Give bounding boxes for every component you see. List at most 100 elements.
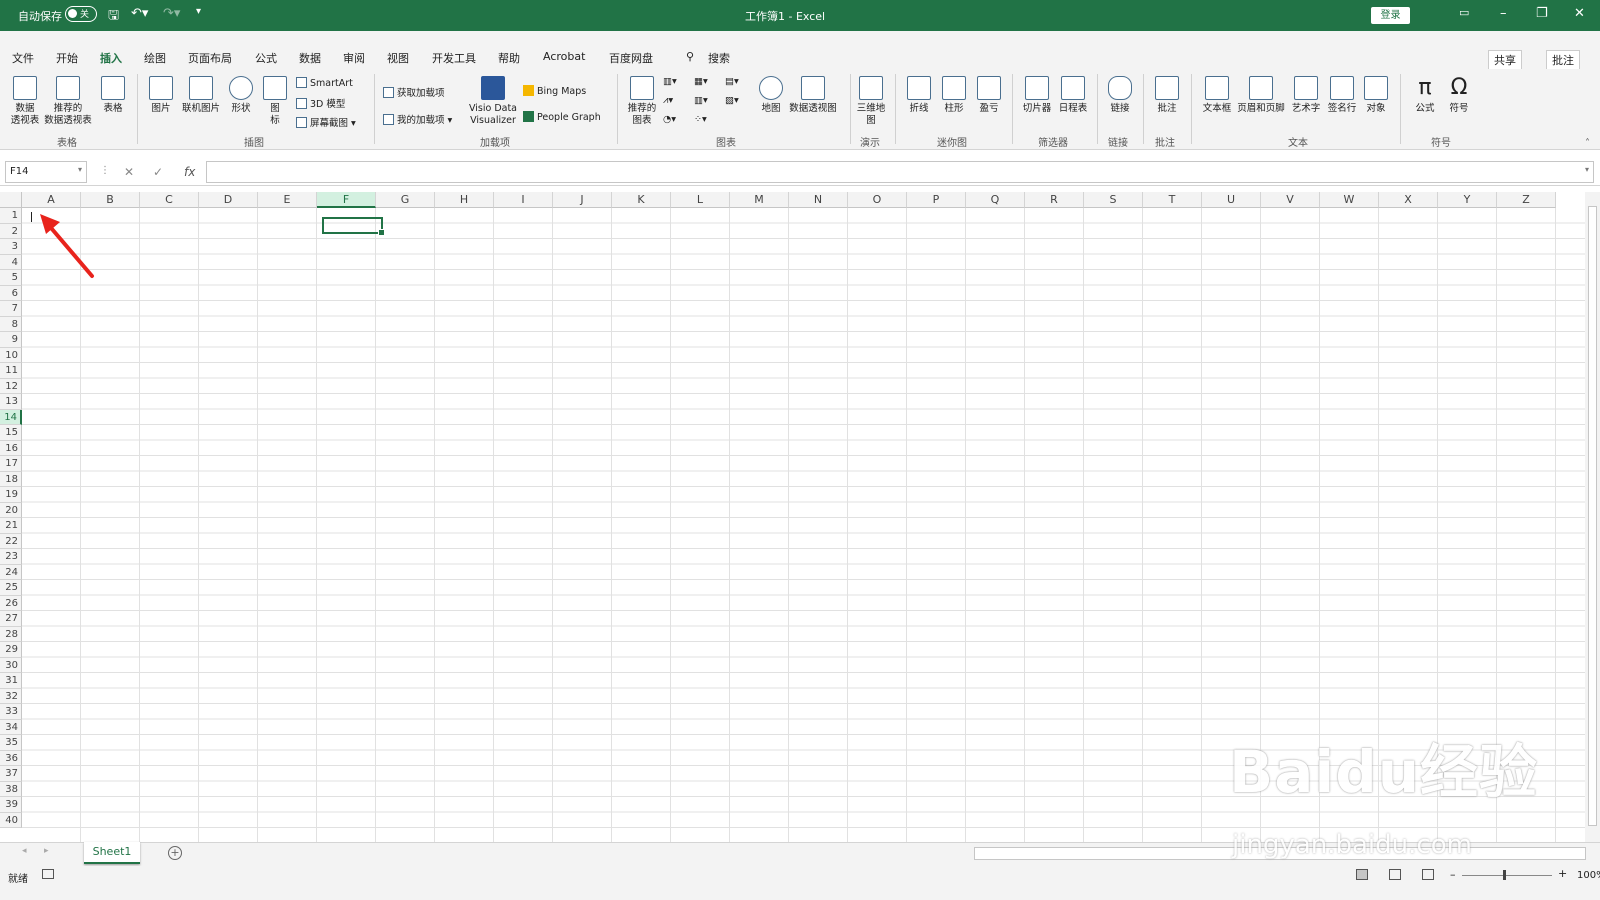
tab-home[interactable]: 开始 bbox=[56, 50, 78, 66]
expand-formula-icon[interactable]: ▾ bbox=[1585, 165, 1589, 174]
search-label[interactable]: 搜索 bbox=[708, 50, 730, 66]
row-header[interactable]: 38 bbox=[0, 781, 22, 797]
column-header[interactable]: I bbox=[494, 192, 553, 208]
slicer-button[interactable]: 切片器 bbox=[1020, 76, 1054, 115]
row-header[interactable]: 8 bbox=[0, 316, 22, 332]
row-header[interactable]: 40 bbox=[0, 812, 22, 828]
zoom-slider-thumb[interactable] bbox=[1503, 870, 1506, 880]
column-header[interactable]: J bbox=[553, 192, 612, 208]
timeline-button[interactable]: 日程表 bbox=[1056, 76, 1090, 115]
row-header[interactable]: 33 bbox=[0, 704, 22, 720]
model-3d-button[interactable]: 3D 模型 bbox=[296, 96, 345, 110]
row-header[interactable]: 34 bbox=[0, 719, 22, 735]
row-header[interactable]: 36 bbox=[0, 750, 22, 766]
sheet-tab[interactable]: Sheet1 bbox=[84, 842, 140, 864]
customize-qat-icon[interactable]: ▾ bbox=[196, 6, 201, 17]
column-header[interactable]: A bbox=[22, 192, 81, 208]
ribbon-display-icon[interactable]: ▭ bbox=[1459, 6, 1469, 19]
zoom-out-button[interactable]: – bbox=[1450, 868, 1456, 881]
column-header[interactable]: N bbox=[789, 192, 848, 208]
column-header[interactable]: L bbox=[671, 192, 730, 208]
search-icon[interactable]: ⚲ bbox=[686, 50, 694, 63]
row-header[interactable]: 18 bbox=[0, 471, 22, 487]
row-header[interactable]: 35 bbox=[0, 735, 22, 751]
pivot-chart-button[interactable]: 数据透视图 bbox=[787, 76, 839, 115]
row-header[interactable]: 26 bbox=[0, 595, 22, 611]
column-header[interactable]: R bbox=[1025, 192, 1084, 208]
row-header[interactable]: 20 bbox=[0, 502, 22, 518]
macro-icon[interactable] bbox=[42, 869, 54, 879]
close-button[interactable]: ✕ bbox=[1574, 6, 1585, 21]
column-header[interactable]: M bbox=[730, 192, 789, 208]
smartart-button[interactable]: SmartArt bbox=[296, 77, 353, 89]
row-header[interactable]: 27 bbox=[0, 611, 22, 627]
column-header[interactable]: Q bbox=[966, 192, 1025, 208]
column-header[interactable]: E bbox=[258, 192, 317, 208]
hierarchy-chart-icon[interactable]: ▦▾ bbox=[694, 76, 708, 87]
column-header[interactable]: V bbox=[1261, 192, 1320, 208]
row-header[interactable]: 16 bbox=[0, 440, 22, 456]
column-header[interactable]: K bbox=[612, 192, 671, 208]
share-button[interactable]: 共享 bbox=[1488, 50, 1522, 70]
column-chart-icon[interactable]: ▥▾ bbox=[663, 76, 677, 87]
comment-button[interactable]: 批注 bbox=[1152, 76, 1182, 115]
tab-page-layout[interactable]: 页面布局 bbox=[188, 50, 232, 66]
tab-baidu[interactable]: 百度网盘 bbox=[609, 50, 653, 66]
redo-icon[interactable]: ↷▾ bbox=[163, 6, 180, 21]
prev-sheet-icon[interactable]: ◂ bbox=[22, 846, 27, 856]
signature-button[interactable]: 签名行 bbox=[1325, 76, 1359, 115]
column-header[interactable]: G bbox=[376, 192, 435, 208]
comments-button[interactable]: 批注 bbox=[1546, 50, 1580, 70]
row-header[interactable]: 23 bbox=[0, 549, 22, 565]
row-header[interactable]: 11 bbox=[0, 363, 22, 379]
add-sheet-button[interactable]: + bbox=[168, 846, 182, 860]
row-header[interactable]: 9 bbox=[0, 332, 22, 348]
save-icon[interactable]: 🖫 bbox=[108, 6, 119, 28]
row-header[interactable]: 31 bbox=[0, 673, 22, 689]
row-header[interactable]: 22 bbox=[0, 533, 22, 549]
formula-input[interactable]: ▾ bbox=[206, 161, 1594, 183]
tab-draw[interactable]: 绘图 bbox=[144, 50, 166, 66]
active-cell[interactable] bbox=[322, 217, 385, 236]
scroll-thumb[interactable] bbox=[1588, 206, 1597, 826]
column-header[interactable]: S bbox=[1084, 192, 1143, 208]
visio-button[interactable]: Visio Data Visualizer bbox=[468, 76, 518, 127]
combo-chart-icon[interactable]: ▧▾ bbox=[725, 95, 739, 106]
row-header[interactable]: 3 bbox=[0, 239, 22, 255]
zoom-slider[interactable] bbox=[1462, 875, 1552, 876]
row-header[interactable]: 17 bbox=[0, 456, 22, 472]
tab-insert[interactable]: 插入 bbox=[100, 50, 122, 72]
my-addins-button[interactable]: 我的加载项 ▾ bbox=[383, 112, 452, 126]
row-header[interactable]: 29 bbox=[0, 642, 22, 658]
3d-map-button[interactable]: 三维地 图 bbox=[855, 76, 887, 127]
recommended-pivot-button[interactable]: 推荐的 数据透视表 bbox=[42, 76, 94, 127]
row-header[interactable]: 6 bbox=[0, 285, 22, 301]
name-box[interactable]: F14 ▾ bbox=[5, 161, 87, 183]
zoom-level[interactable]: 100% bbox=[1577, 870, 1600, 881]
line-chart-icon[interactable]: ⩘▾ bbox=[663, 95, 673, 106]
symbol-button[interactable]: Ω 符号 bbox=[1444, 76, 1474, 115]
page-layout-view-icon[interactable] bbox=[1389, 869, 1401, 880]
textbox-button[interactable]: 文本框 bbox=[1200, 76, 1234, 115]
tab-view[interactable]: 视图 bbox=[387, 50, 409, 66]
column-header[interactable]: O bbox=[848, 192, 907, 208]
tab-file[interactable]: 文件 bbox=[12, 50, 34, 66]
row-header[interactable]: 21 bbox=[0, 518, 22, 534]
column-header[interactable]: Y bbox=[1438, 192, 1497, 208]
row-header[interactable]: 12 bbox=[0, 378, 22, 394]
tab-developer[interactable]: 开发工具 bbox=[432, 50, 476, 66]
pie-chart-icon[interactable]: ◔▾ bbox=[663, 114, 676, 125]
row-header[interactable]: 2 bbox=[0, 223, 22, 239]
minimize-button[interactable]: – bbox=[1500, 6, 1507, 21]
column-header[interactable]: C bbox=[140, 192, 199, 208]
column-header[interactable]: D bbox=[199, 192, 258, 208]
sparkline-column-button[interactable]: 柱形 bbox=[939, 76, 969, 115]
scatter-chart-icon[interactable]: ⁘▾ bbox=[694, 114, 707, 125]
pivot-table-button[interactable]: 数据 透视表 bbox=[9, 76, 41, 127]
maps-button[interactable]: 地图 bbox=[756, 76, 786, 115]
online-picture-button[interactable]: 联机图片 bbox=[180, 76, 222, 115]
row-header[interactable]: 30 bbox=[0, 657, 22, 673]
sparkline-winloss-button[interactable]: 盈亏 bbox=[974, 76, 1004, 115]
tab-acrobat[interactable]: Acrobat bbox=[543, 50, 585, 63]
column-header[interactable]: P bbox=[907, 192, 966, 208]
